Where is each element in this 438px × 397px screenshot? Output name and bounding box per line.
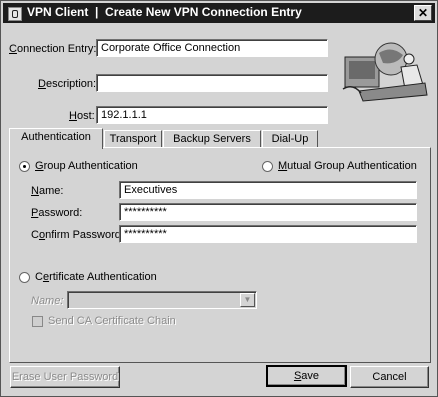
mutual-group-auth-label[interactable]: Mutual Group Authentication [278,160,417,172]
send-ca-chain-checkbox[interactable] [32,316,43,327]
cert-name-label: Name: [31,295,64,307]
authentication-panel [9,147,431,363]
window-title: VPN Client | Create New VPN Connection E… [27,5,302,19]
confirm-password-field[interactable]: ********** [119,225,417,243]
chevron-down-icon[interactable]: ▼ [240,293,255,307]
certificate-auth-label[interactable]: Certificate Authentication [35,271,157,283]
group-password-label: Password: [31,207,83,219]
group-password-field[interactable]: ********** [119,203,417,221]
group-name-label: Name: [31,185,64,197]
connection-entry-label: Connection Entry: [9,43,97,55]
confirm-password-label: Confirm Password: [31,229,124,241]
save-button[interactable]: Save [266,365,347,387]
description-label: Description: [38,78,97,90]
mutual-group-auth-radio[interactable] [262,161,273,172]
tab-transport[interactable]: Transport [104,130,162,148]
title-bar[interactable]: VPN Client | Create New VPN Connection E… [3,3,435,23]
tab-authentication[interactable]: Authentication [9,128,103,149]
description-field[interactable] [96,74,328,92]
host-label: Host: [69,110,95,122]
vpn-illustration [342,42,428,102]
vpn-dialog-window: VPN Client | Create New VPN Connection E… [0,0,438,397]
lock-icon [8,7,22,21]
cert-name-select[interactable] [67,291,257,309]
group-name-field[interactable]: Executives [119,181,417,199]
group-auth-label[interactable]: Group Authentication [35,160,138,172]
send-ca-chain-label[interactable]: Send CA Certificate Chain [48,315,176,327]
certificate-auth-radio[interactable] [19,272,30,283]
tab-dial-up[interactable]: Dial-Up [262,130,318,148]
tab-backup-servers[interactable]: Backup Servers [163,130,261,148]
host-field[interactable]: 192.1.1.1 [96,106,328,124]
cancel-button[interactable]: Cancel [350,366,429,388]
close-button[interactable]: ✕ [414,5,432,21]
erase-user-password-button[interactable]: Erase User Password [10,366,120,388]
group-auth-radio[interactable] [19,161,30,172]
connection-entry-field[interactable]: Corporate Office Connection [96,39,328,57]
